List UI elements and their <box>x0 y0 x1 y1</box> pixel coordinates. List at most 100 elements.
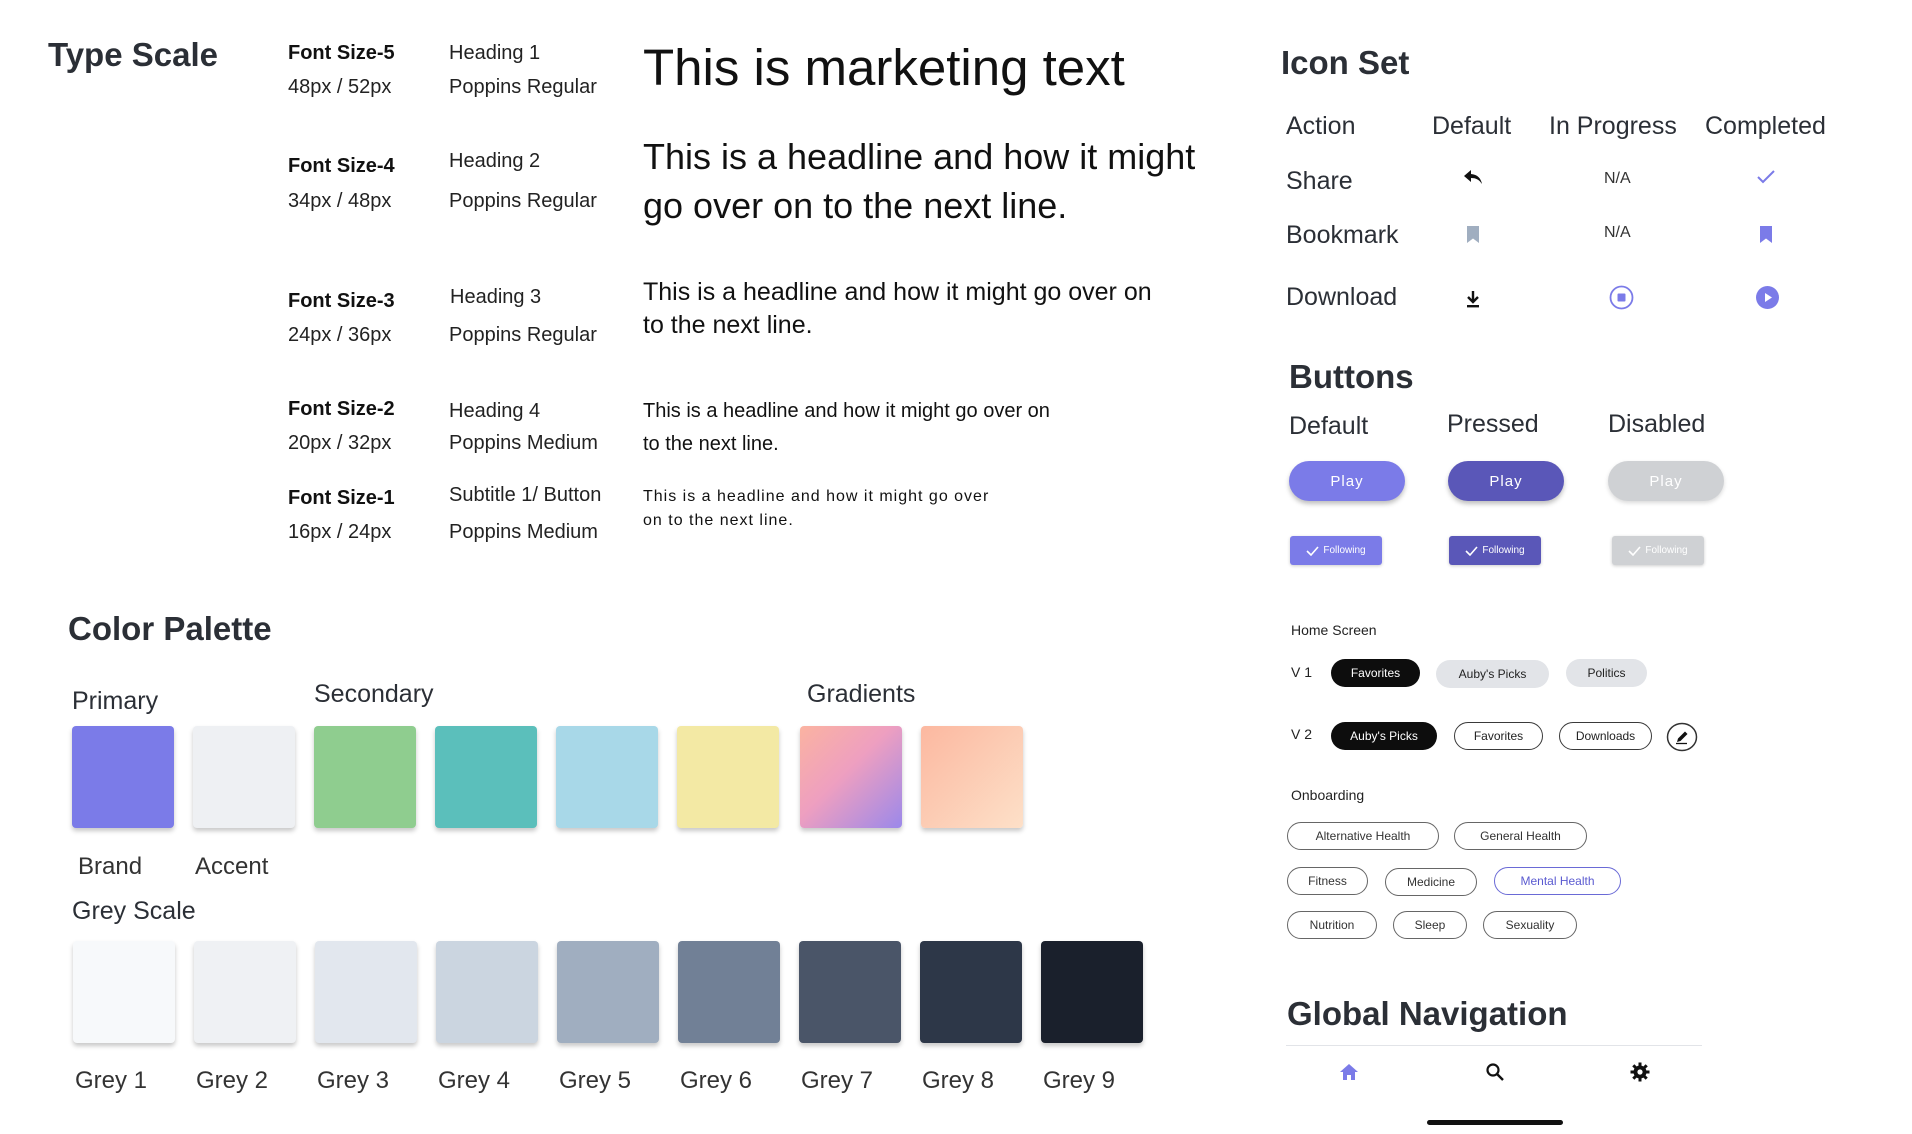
grey-2-label: Grey 2 <box>196 1067 269 1094</box>
secondary-swatch-blue <box>556 726 658 828</box>
heading-name: Heading 2 <box>449 150 541 172</box>
secondary-swatch-green <box>314 726 416 828</box>
chip-nutrition[interactable]: Nutrition <box>1287 911 1377 939</box>
play-button-disabled[interactable]: Play <box>1608 461 1724 501</box>
grey-1-swatch <box>73 941 175 1043</box>
chip-sleep[interactable]: Sleep <box>1393 911 1467 939</box>
font-size-value: 24px / 36px <box>288 324 392 346</box>
pencil-icon[interactable] <box>1666 722 1698 752</box>
following-button-pressed[interactable]: Following <box>1449 536 1541 565</box>
font-size-name: Font Size-1 <box>288 487 395 509</box>
font-size-value: 34px / 48px <box>288 190 392 212</box>
col-header-action: Action <box>1286 112 1356 140</box>
accent-label: Accent <box>195 853 269 880</box>
reply-arrow-icon[interactable] <box>1462 168 1484 186</box>
color-palette-title: Color Palette <box>68 610 272 647</box>
state-pressed: Pressed <box>1447 410 1539 438</box>
v1-label: V 1 <box>1291 664 1313 680</box>
action-download: Download <box>1286 283 1398 311</box>
onboarding-title: Onboarding <box>1291 787 1365 803</box>
chip-fitness[interactable]: Fitness <box>1287 867 1368 895</box>
action-bookmark: Bookmark <box>1286 221 1399 249</box>
font-size-name: Font Size-4 <box>288 155 395 177</box>
type-scale-title: Type Scale <box>48 36 218 73</box>
in-progress-na: N/A <box>1604 224 1631 241</box>
primary-title: Primary <box>72 687 159 715</box>
col-header-default: Default <box>1432 112 1512 140</box>
following-label: Following <box>1645 545 1688 556</box>
home-indicator <box>1427 1120 1563 1125</box>
chip-general-health[interactable]: General Health <box>1454 822 1587 850</box>
heading-name: Subtitle 1/ Button <box>449 484 602 506</box>
heading-name: Heading 4 <box>449 400 541 422</box>
gradients-title: Gradients <box>807 680 916 708</box>
chip-favorites[interactable]: Favorites <box>1331 659 1420 687</box>
secondary-title: Secondary <box>314 680 434 708</box>
home-icon[interactable] <box>1339 1063 1359 1081</box>
v2-label: V 2 <box>1291 726 1313 742</box>
grey-4-label: Grey 4 <box>438 1067 511 1094</box>
grey-4-swatch <box>436 941 538 1043</box>
grey-scale-title: Grey Scale <box>72 897 196 925</box>
sample-text-h1: This is marketing text <box>643 39 1125 96</box>
gradient-swatch-pink-purple <box>800 726 902 828</box>
heading-name: Heading 1 <box>449 42 541 64</box>
brand-label: Brand <box>78 853 143 880</box>
checkmark-icon <box>1306 545 1319 556</box>
sample-text-h2: This is a headline and how it might go o… <box>643 136 1196 226</box>
stop-circle-icon[interactable] <box>1609 285 1634 310</box>
checkmark-icon <box>1465 545 1478 556</box>
grey-5-label: Grey 5 <box>559 1067 632 1094</box>
in-progress-na: N/A <box>1604 170 1631 187</box>
sample-text-subtitle: This is a headline and how it might go o… <box>643 488 990 529</box>
font-size-name: Font Size-2 <box>288 398 395 420</box>
brand-swatch <box>72 726 174 828</box>
play-button-default[interactable]: Play <box>1289 461 1405 501</box>
following-button-disabled[interactable]: Following <box>1612 536 1704 565</box>
following-label: Following <box>1482 545 1525 556</box>
secondary-swatch-yellow <box>677 726 779 828</box>
grey-5-swatch <box>557 941 659 1043</box>
chip-favorites[interactable]: Favorites <box>1454 722 1543 750</box>
bookmark-icon[interactable] <box>1466 225 1480 244</box>
chip-alternative-health[interactable]: Alternative Health <box>1287 822 1439 850</box>
grey-3-swatch <box>315 941 417 1043</box>
grey-8-label: Grey 8 <box>922 1067 995 1094</box>
buttons-title: Buttons <box>1289 358 1414 395</box>
chip-aubys-picks[interactable]: Auby's Picks <box>1331 722 1437 750</box>
font-size-value: 48px / 52px <box>288 76 392 98</box>
play-button-pressed[interactable]: Play <box>1448 461 1564 501</box>
font-size-name: Font Size-3 <box>288 290 395 312</box>
bookmark-filled-icon[interactable] <box>1759 225 1773 244</box>
font-family-name: Poppins Medium <box>449 521 598 543</box>
state-default: Default <box>1289 412 1369 440</box>
chip-aubys-picks[interactable]: Auby's Picks <box>1436 660 1549 688</box>
icon-set-title: Icon Set <box>1281 44 1410 81</box>
chip-sexuality[interactable]: Sexuality <box>1483 911 1577 939</box>
chip-politics[interactable]: Politics <box>1566 659 1647 687</box>
heading-name: Heading 3 <box>450 286 542 308</box>
font-size-value: 20px / 32px <box>288 432 392 454</box>
col-header-completed: Completed <box>1705 112 1826 140</box>
checkmark-icon[interactable] <box>1755 168 1777 186</box>
chip-mental-health[interactable]: Mental Health <box>1494 867 1621 895</box>
search-icon[interactable] <box>1485 1062 1505 1082</box>
checkmark-icon <box>1628 545 1641 556</box>
gear-icon[interactable] <box>1630 1062 1650 1082</box>
grey-2-swatch <box>194 941 296 1043</box>
font-family-name: Poppins Regular <box>449 76 597 98</box>
grey-6-swatch <box>678 941 780 1043</box>
chip-medicine[interactable]: Medicine <box>1385 868 1477 896</box>
following-button-default[interactable]: Following <box>1290 536 1382 565</box>
chip-downloads[interactable]: Downloads <box>1559 722 1652 750</box>
font-size-name: Font Size-5 <box>288 42 395 64</box>
grey-7-swatch <box>799 941 901 1043</box>
play-circle-icon[interactable] <box>1755 285 1780 310</box>
font-family-name: Poppins Regular <box>449 190 597 212</box>
state-disabled: Disabled <box>1608 410 1706 438</box>
nav-divider <box>1286 1045 1702 1046</box>
grey-9-swatch <box>1041 941 1143 1043</box>
font-size-value: 16px / 24px <box>288 521 392 543</box>
grey-6-label: Grey 6 <box>680 1067 753 1094</box>
download-icon[interactable] <box>1464 290 1482 309</box>
